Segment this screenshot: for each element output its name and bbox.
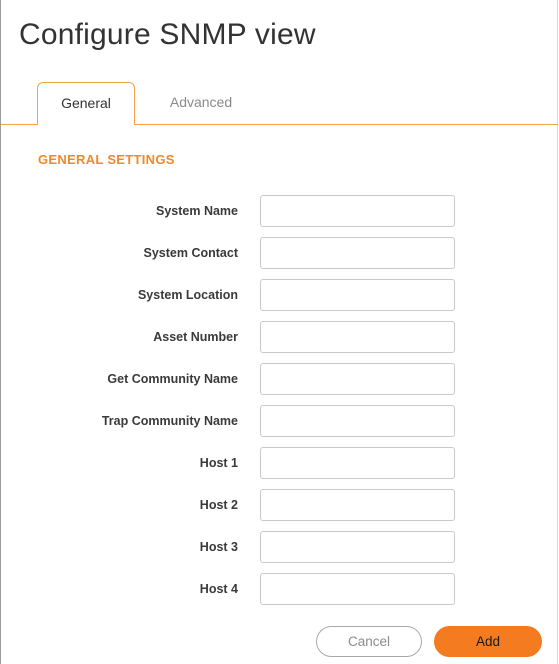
asset-number-label: Asset Number: [153, 330, 238, 344]
system-name-input[interactable]: [260, 195, 455, 227]
get-community-name-input[interactable]: [260, 363, 455, 395]
host-4-label: Host 4: [199, 582, 238, 596]
trap-community-name-label: Trap Community Name: [101, 414, 238, 428]
system-contact-input[interactable]: [260, 237, 455, 269]
field-row-host-3: Host 3: [1, 531, 558, 563]
field-row-host-1: Host 1: [1, 447, 558, 479]
host-3-input[interactable]: [260, 531, 455, 563]
trap-community-name-input[interactable]: [260, 405, 455, 437]
system-name-label: System Name: [156, 204, 238, 218]
host-1-input[interactable]: [260, 447, 455, 479]
host-2-label: Host 2: [199, 498, 238, 512]
field-row-get-community-name: Get Community Name: [1, 363, 558, 395]
tab-bar: General Advanced: [1, 82, 558, 125]
add-button[interactable]: Add: [434, 626, 542, 657]
system-location-label: System Location: [137, 288, 238, 302]
cancel-button[interactable]: Cancel: [316, 626, 422, 657]
tab-general[interactable]: General: [37, 82, 135, 125]
get-community-name-label: Get Community Name: [107, 372, 238, 386]
section-title-general-settings: GENERAL SETTINGS: [38, 152, 175, 167]
asset-number-input[interactable]: [260, 321, 455, 353]
system-location-input[interactable]: [260, 279, 455, 311]
field-row-system-contact: System Contact: [1, 237, 558, 269]
dialog-title: Configure SNMP view: [19, 18, 316, 51]
host-4-input[interactable]: [260, 573, 455, 605]
configure-snmp-dialog: Configure SNMP view General Advanced GEN…: [0, 0, 558, 664]
field-row-system-name: System Name: [1, 195, 558, 227]
field-row-host-2: Host 2: [1, 489, 558, 521]
field-row-asset-number: Asset Number: [1, 321, 558, 353]
field-row-host-4: Host 4: [1, 573, 558, 605]
system-contact-label: System Contact: [143, 246, 238, 260]
field-row-trap-community-name: Trap Community Name: [1, 405, 558, 437]
tab-advanced[interactable]: Advanced: [151, 82, 251, 124]
host-2-input[interactable]: [260, 489, 455, 521]
host-3-label: Host 3: [199, 540, 238, 554]
host-1-label: Host 1: [199, 456, 238, 470]
field-row-system-location: System Location: [1, 279, 558, 311]
